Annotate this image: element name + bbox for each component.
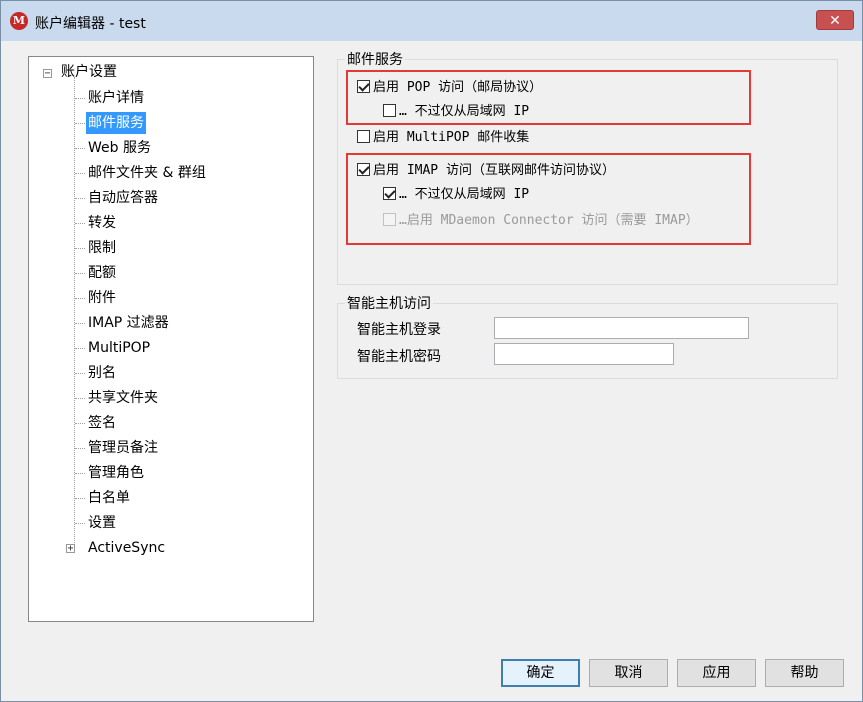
- tree-item-quotas[interactable]: 配额: [86, 262, 118, 284]
- smart-host-group: [337, 303, 838, 379]
- tree-item-activesync[interactable]: ActiveSync: [86, 537, 167, 559]
- settings-tree[interactable]: − 账户设置 账户详情 邮件服务 Web 服务 邮件文件夹 & 群组 自动应答器…: [28, 56, 314, 622]
- tree-item-admin-roles[interactable]: 管理角色: [86, 462, 146, 484]
- tree-connector: [75, 173, 85, 174]
- tree-item-multipop[interactable]: MultiPOP: [86, 337, 152, 359]
- tree-connector: [75, 323, 85, 324]
- tree-connector: [75, 223, 85, 224]
- cancel-button[interactable]: 取消: [589, 659, 668, 687]
- checkbox-unchecked-icon: [357, 130, 370, 143]
- tree-connector: [75, 523, 85, 524]
- tree-connector: [75, 398, 85, 399]
- pop-enable-checkbox[interactable]: 启用 POP 访问（邮局协议）: [357, 78, 542, 98]
- smart-host-password-label: 智能主机密码: [357, 349, 441, 365]
- expand-icon[interactable]: +: [66, 544, 75, 554]
- window-title: 账户编辑器 - test: [35, 16, 146, 32]
- tree-connector: [75, 348, 85, 349]
- tree-connector: [75, 373, 85, 374]
- tree-connector: [75, 298, 85, 299]
- mdaemon-connector-checkbox: …启用 MDaemon Connector 访问（需要 IMAP）: [383, 211, 699, 231]
- tree-item-attachments[interactable]: 附件: [86, 287, 118, 309]
- close-button[interactable]: ✕: [816, 10, 854, 30]
- tree-connector: [75, 423, 85, 424]
- checkbox-checked-icon: [357, 163, 370, 176]
- smart-host-password-input[interactable]: [494, 343, 674, 365]
- mail-services-group-title: 邮件服务: [345, 49, 405, 69]
- tree-item-web-services[interactable]: Web 服务: [86, 137, 153, 159]
- tree-item-mail-folders-groups[interactable]: 邮件文件夹 & 群组: [86, 162, 208, 184]
- checkbox-checked-icon: [383, 187, 396, 200]
- tree-connector: [75, 448, 85, 449]
- pop-lan-only-checkbox[interactable]: … 不过仅从局域网 IP: [383, 102, 529, 122]
- tree-item-shared-folders[interactable]: 共享文件夹: [86, 387, 160, 409]
- smart-host-login-input[interactable]: [494, 317, 749, 339]
- tree-connector: [75, 98, 85, 99]
- multipop-enable-checkbox[interactable]: 启用 MultiPOP 邮件收集: [357, 128, 529, 148]
- tree-item-settings[interactable]: 设置: [86, 512, 118, 534]
- smart-host-login-label: 智能主机登录: [357, 322, 441, 338]
- tree-item-mail-services[interactable]: 邮件服务: [86, 112, 146, 134]
- smart-host-group-title: 智能主机访问: [345, 293, 433, 313]
- title-bar[interactable]: M 账户编辑器 - test ✕: [1, 1, 862, 41]
- checkbox-checked-icon: [357, 80, 370, 93]
- tree-item-whitelist[interactable]: 白名单: [86, 487, 132, 509]
- tree-connector: [75, 148, 85, 149]
- tree-item-admin-notes[interactable]: 管理员备注: [86, 437, 160, 459]
- tree-item-signature[interactable]: 签名: [86, 412, 118, 434]
- imap-lan-only-checkbox[interactable]: … 不过仅从局域网 IP: [383, 185, 529, 205]
- tree-item-aliases[interactable]: 别名: [86, 362, 118, 384]
- tree-item-account-details[interactable]: 账户详情: [86, 87, 146, 109]
- tree-connector: [75, 273, 85, 274]
- collapse-icon[interactable]: −: [43, 69, 52, 79]
- tree-connector: [75, 198, 85, 199]
- tree-item-autoresponder[interactable]: 自动应答器: [86, 187, 160, 209]
- tree-item-forwarding[interactable]: 转发: [86, 212, 118, 234]
- tree-connector: [75, 473, 85, 474]
- tree-connector: [75, 498, 85, 499]
- tree-connector: [75, 123, 85, 124]
- ok-button[interactable]: 确定: [501, 659, 580, 687]
- tree-item-restrictions[interactable]: 限制: [86, 237, 118, 259]
- mdaemon-logo-icon: M: [10, 12, 28, 30]
- apply-button[interactable]: 应用: [677, 659, 756, 687]
- checkbox-disabled-icon: [383, 213, 396, 226]
- checkbox-unchecked-icon: [383, 104, 396, 117]
- tree-connector: [75, 248, 85, 249]
- account-editor-window: M 账户编辑器 - test ✕ − 账户设置 账户详情 邮件服务 Web 服务…: [0, 0, 863, 702]
- tree-root-account-settings[interactable]: 账户设置: [61, 61, 117, 83]
- help-button[interactable]: 帮助: [765, 659, 844, 687]
- imap-enable-checkbox[interactable]: 启用 IMAP 访问（互联网邮件访问协议）: [357, 161, 615, 181]
- tree-item-imap-filters[interactable]: IMAP 过滤器: [86, 312, 171, 334]
